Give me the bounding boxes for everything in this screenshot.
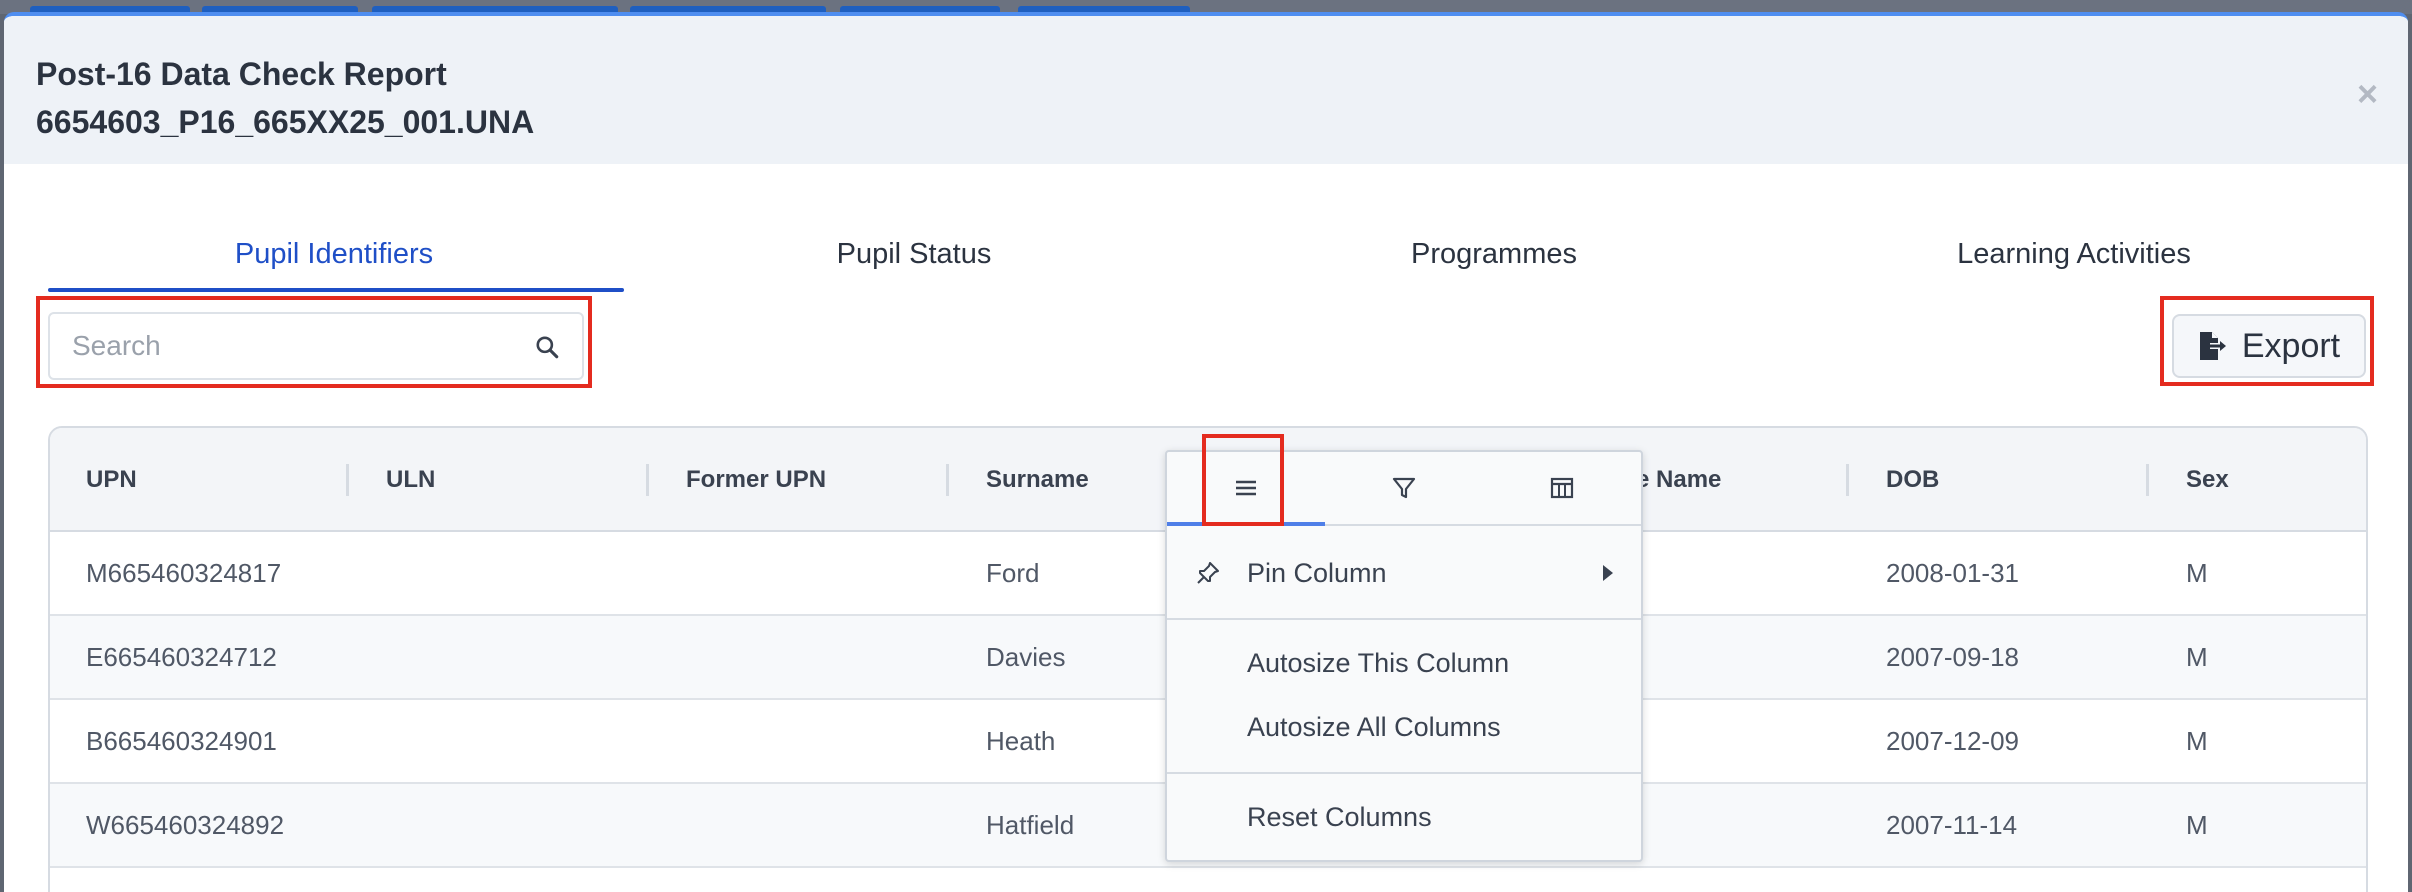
filter-icon bbox=[1392, 477, 1416, 499]
search-input[interactable] bbox=[70, 314, 530, 378]
column-menu: Pin Column Autosize This Column Autosize… bbox=[1165, 450, 1643, 862]
tab-pupil-identifiers[interactable]: Pupil Identifiers bbox=[44, 216, 624, 292]
cell-sex: M bbox=[2186, 558, 2208, 588]
column-menu-tab-filter[interactable] bbox=[1325, 452, 1483, 524]
column-header-dob[interactable]: DOB bbox=[1886, 428, 1939, 532]
column-header-uln[interactable]: ULN bbox=[386, 428, 435, 532]
column-menu-tab-columns[interactable] bbox=[1483, 452, 1641, 524]
menu-item-autosize-this-column[interactable]: Autosize This Column bbox=[1167, 632, 1641, 694]
column-resize-handle[interactable] bbox=[946, 464, 949, 496]
cell-sex: M bbox=[2186, 726, 2208, 756]
tab-learning-activities[interactable]: Learning Activities bbox=[1784, 216, 2364, 292]
cell-upn: B665460324901 bbox=[86, 726, 277, 756]
export-button[interactable]: Export bbox=[2172, 314, 2366, 378]
column-resize-handle[interactable] bbox=[2146, 464, 2149, 496]
report-tabs: Pupil Identifiers Pupil Status Programme… bbox=[44, 216, 2364, 292]
cell-dob: 2008-01-31 bbox=[1886, 558, 2019, 588]
column-header-former-upn[interactable]: Former UPN bbox=[686, 428, 826, 532]
report-modal: Post-16 Data Check Report 6654603_P16_66… bbox=[4, 12, 2408, 892]
columns-icon bbox=[1550, 477, 1574, 499]
menu-item-label: Pin Column bbox=[1247, 558, 1387, 588]
column-header-name-partial[interactable]: e Name bbox=[1636, 428, 1721, 532]
column-resize-handle[interactable] bbox=[1846, 464, 1849, 496]
modal-header: Post-16 Data Check Report 6654603_P16_66… bbox=[4, 16, 2408, 164]
cell-dob: 2007-11-14 bbox=[1886, 810, 2018, 840]
menu-item-autosize-all-columns[interactable]: Autosize All Columns bbox=[1167, 696, 1641, 758]
cell-sex: M bbox=[2186, 810, 2208, 840]
column-header-sex[interactable]: Sex bbox=[2186, 428, 2229, 532]
search-box bbox=[48, 312, 584, 380]
tab-pupil-status[interactable]: Pupil Status bbox=[624, 216, 1204, 292]
column-header-surname[interactable]: Surname bbox=[986, 428, 1089, 532]
cell-dob: 2007-12-09 bbox=[1886, 726, 2019, 756]
column-menu-tab-general[interactable] bbox=[1167, 452, 1325, 526]
cell-upn: W665460324892 bbox=[86, 810, 285, 840]
cell-upn: E665460324712 bbox=[86, 642, 277, 672]
modal-filename: 6654603_P16_665XX25_001.UNA bbox=[36, 104, 535, 140]
file-export-icon bbox=[2199, 332, 2226, 360]
submenu-arrow-icon bbox=[1603, 565, 1613, 581]
tab-programmes[interactable]: Programmes bbox=[1204, 216, 1784, 292]
export-label: Export bbox=[2241, 326, 2341, 365]
menu-lines-icon bbox=[1236, 480, 1256, 496]
modal-title: Post-16 Data Check Report bbox=[36, 56, 447, 92]
cell-surname: Heath bbox=[986, 726, 1056, 756]
column-resize-handle[interactable] bbox=[346, 464, 349, 496]
cell-surname: Davies bbox=[986, 642, 1066, 672]
menu-divider bbox=[1167, 772, 1641, 774]
cell-sex: M bbox=[2186, 642, 2208, 672]
cell-dob: 2007-09-18 bbox=[1886, 642, 2019, 672]
search-icon[interactable] bbox=[534, 334, 560, 360]
menu-item-reset-columns[interactable]: Reset Columns bbox=[1167, 786, 1641, 848]
close-icon[interactable]: × bbox=[2357, 74, 2378, 114]
menu-item-pin-column[interactable]: Pin Column bbox=[1167, 542, 1641, 604]
pin-icon bbox=[1197, 562, 1219, 584]
column-menu-tabs bbox=[1167, 452, 1641, 526]
cell-surname: Hatfield bbox=[986, 810, 1075, 840]
cell-surname: Ford bbox=[986, 558, 1040, 588]
column-header-upn[interactable]: UPN bbox=[86, 428, 137, 532]
menu-divider bbox=[1167, 618, 1641, 620]
column-resize-handle[interactable] bbox=[646, 464, 649, 496]
cell-upn: M665460324817 bbox=[86, 558, 282, 588]
